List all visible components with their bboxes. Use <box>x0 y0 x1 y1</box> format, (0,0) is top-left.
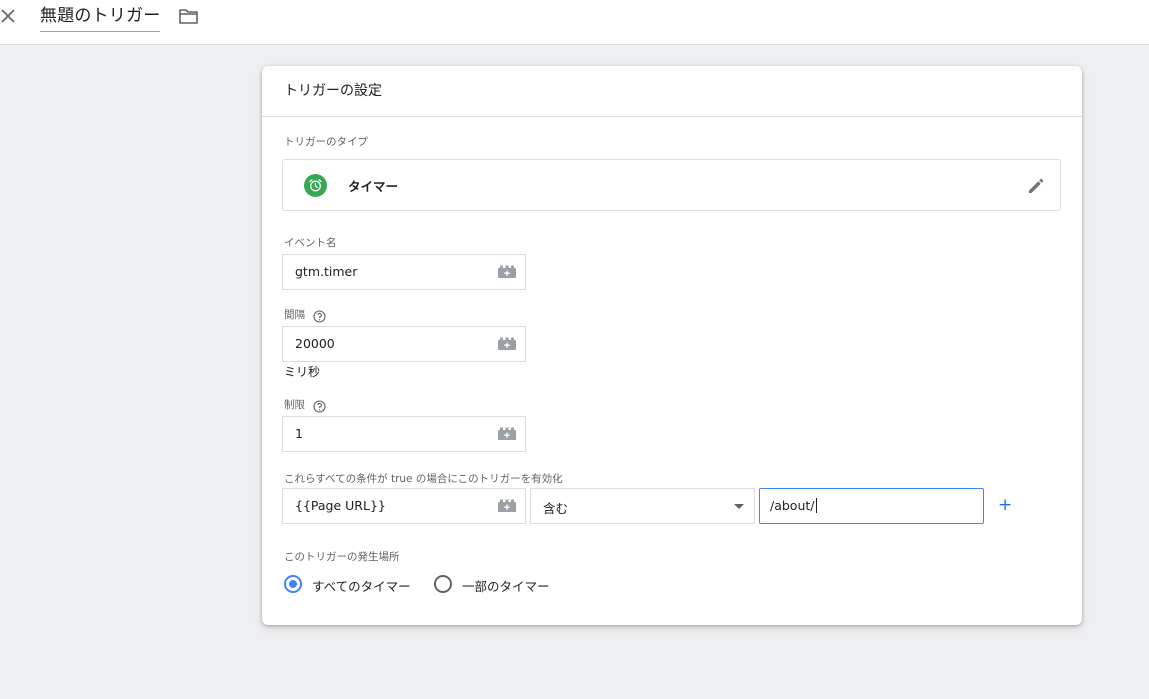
radio-some-timers[interactable]: 一部のタイマー <box>434 573 564 595</box>
variable-picker-button[interactable] <box>488 326 526 362</box>
event-name-value: gtm.timer <box>295 264 358 279</box>
help-icon[interactable] <box>313 398 326 413</box>
help-icon[interactable] <box>313 308 326 323</box>
radio-label: 一部のタイマー <box>462 579 550 594</box>
trigger-config-card: トリガーの設定 トリガーのタイプ タイマー イベント名 gtm.timer 間隔… <box>262 66 1082 625</box>
alarm-clock-icon <box>304 174 327 197</box>
fire-on-radio-group: すべてのタイマー 一部のタイマー <box>284 573 584 595</box>
lego-block-icon <box>498 265 516 278</box>
radio-label: すべてのタイマー <box>312 579 411 594</box>
condition-variable-input[interactable]: {{Page URL}} <box>282 488 489 524</box>
condition-value-input[interactable]: /about/ <box>759 488 984 524</box>
limit-input[interactable]: 1 <box>282 416 489 452</box>
card-title: トリガーの設定 <box>284 83 382 99</box>
variable-picker-button[interactable] <box>488 254 526 290</box>
event-name-input[interactable]: gtm.timer <box>282 254 489 290</box>
pencil-icon[interactable] <box>1026 176 1046 196</box>
limit-label: 制限 <box>284 399 305 411</box>
text-cursor <box>815 498 817 513</box>
close-icon[interactable] <box>0 6 18 26</box>
interval-unit: ミリ秒 <box>284 365 321 379</box>
condition-value-text: /about/ <box>770 498 815 513</box>
condition-operator-value: 含む <box>543 501 569 516</box>
interval-value: 20000 <box>295 336 335 351</box>
trigger-type-selector[interactable]: タイマー <box>282 159 1061 211</box>
radio-all-timers[interactable]: すべてのタイマー <box>284 573 419 595</box>
top-bar: 無題のトリガー <box>0 0 1149 45</box>
trigger-type-label: トリガーのタイプ <box>284 136 368 148</box>
interval-label: 間隔 <box>284 309 305 321</box>
card-header: トリガーの設定 <box>262 66 1082 117</box>
add-condition-button[interactable]: + <box>998 494 1012 516</box>
event-name-label: イベント名 <box>284 237 337 249</box>
variable-picker-button[interactable] <box>488 416 526 452</box>
condition-operator-select[interactable]: 含む <box>530 488 755 524</box>
lego-block-icon <box>498 427 516 440</box>
fire-on-label: このトリガーの発生場所 <box>284 551 400 563</box>
interval-input[interactable]: 20000 <box>282 326 489 362</box>
trigger-name-input[interactable]: 無題のトリガー <box>40 4 161 32</box>
radio-checked-icon <box>284 575 302 593</box>
folder-icon[interactable] <box>178 7 199 25</box>
variable-picker-button[interactable] <box>488 488 526 524</box>
trigger-type-name: タイマー <box>348 179 399 194</box>
radio-unchecked-icon <box>434 575 452 593</box>
dropdown-caret-icon <box>734 504 744 509</box>
condition-variable-value: {{Page URL}} <box>295 498 386 513</box>
lego-block-icon <box>498 499 516 512</box>
limit-value: 1 <box>295 426 303 441</box>
conditions-label: これらすべての条件が true の場合にこのトリガーを有効化 <box>284 473 563 485</box>
lego-block-icon <box>498 337 516 350</box>
